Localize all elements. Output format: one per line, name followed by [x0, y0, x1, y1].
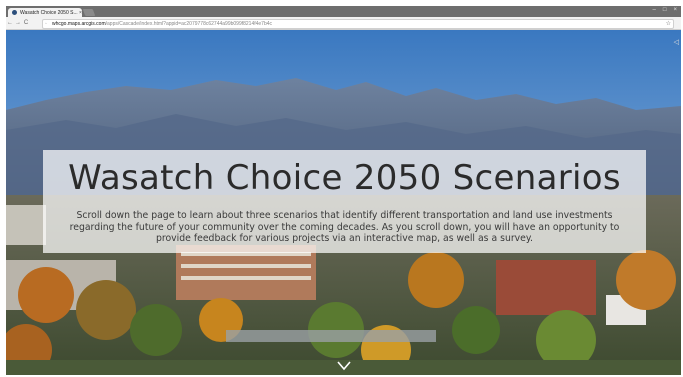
tab-close-icon[interactable]: ×: [79, 10, 82, 16]
url-path: /apps/Cascade/index.html?appid=ac2079778…: [105, 21, 273, 27]
reload-icon[interactable]: C: [22, 20, 30, 26]
tab-bar: Wasatch Choice 2050 S... × – □ ×: [6, 6, 681, 17]
arcgis-icon: [12, 10, 17, 15]
forward-icon[interactable]: →: [14, 20, 22, 26]
window-controls: – □ ×: [653, 7, 677, 13]
back-icon[interactable]: ←: [6, 20, 14, 26]
browser-window: Wasatch Choice 2050 S... × – □ × ← → C ◦…: [6, 6, 681, 375]
new-tab-button[interactable]: [82, 9, 96, 16]
hero-panel: Wasatch Choice 2050 Scenarios Scroll dow…: [43, 150, 646, 253]
chevron-down-icon[interactable]: [337, 361, 351, 371]
hero-description: Scroll down the page to learn about thre…: [69, 210, 620, 244]
maximize-icon[interactable]: □: [663, 7, 667, 13]
tab-wasatch[interactable]: Wasatch Choice 2050 S... ×: [8, 8, 82, 17]
tab-title: Wasatch Choice 2050 S...: [20, 9, 78, 16]
address-bar[interactable]: ◦ whcgo.maps.arcgis.com /apps/Cascade/in…: [42, 19, 674, 29]
close-window-icon[interactable]: ×: [673, 7, 677, 13]
minimize-icon[interactable]: –: [653, 7, 656, 13]
share-icon[interactable]: ◁: [674, 38, 679, 46]
url-host: whcgo.maps.arcgis.com: [52, 21, 106, 27]
bookmark-star-icon[interactable]: ☆: [666, 20, 671, 27]
page-title: Wasatch Choice 2050 Scenarios: [68, 158, 621, 198]
page-info-icon[interactable]: ◦: [45, 21, 47, 27]
page-viewport: Wasatch Choice 2050 Scenarios Scroll dow…: [6, 30, 681, 375]
browser-toolbar: ← → C ◦ whcgo.maps.arcgis.com /apps/Casc…: [6, 17, 681, 30]
